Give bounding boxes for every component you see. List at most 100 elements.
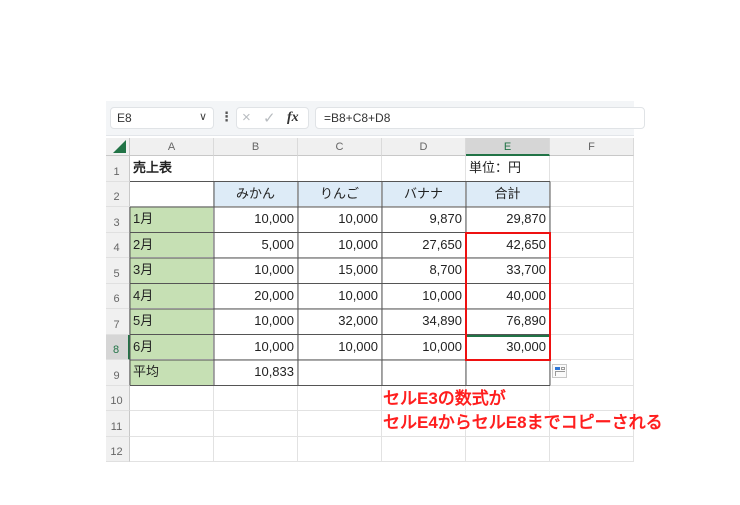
cell[interactable] [550, 156, 634, 182]
cell[interactable] [550, 436, 634, 462]
month-label[interactable]: 6月 [130, 334, 214, 360]
row-header-1[interactable]: 1 [106, 156, 130, 182]
row-number: 3 [113, 216, 120, 229]
cell[interactable] [550, 334, 634, 360]
total-cell[interactable]: 40,000 [466, 283, 550, 309]
month-label[interactable]: 4月 [130, 283, 214, 309]
column-header-e[interactable]: E [466, 138, 550, 156]
month-label[interactable]: 2月 [130, 232, 214, 258]
column-header-c[interactable]: C [298, 138, 382, 156]
value-cell[interactable]: 20,000 [214, 283, 298, 309]
column-header-d[interactable]: D [382, 138, 466, 156]
formula-input[interactable]: =B8+C8+D8 [315, 107, 645, 129]
average-cell[interactable]: 10,833 [214, 360, 298, 386]
row-number: 4 [113, 242, 120, 254]
value-cell[interactable]: 32,000 [298, 309, 382, 335]
unit-label[interactable]: 単位：円 [466, 156, 550, 182]
value-cell[interactable]: 10,000 [382, 283, 466, 309]
row-header-7[interactable]: 7 [106, 309, 130, 335]
annotation-line-2: セルE4からセルE8までコピーされる [383, 413, 663, 432]
column-title[interactable]: 合計 [466, 181, 550, 207]
row-header-8[interactable]: 8 [106, 334, 130, 360]
value-cell[interactable]: 8,700 [382, 258, 466, 284]
value-cell[interactable]: 10,000 [298, 283, 382, 309]
total-cell[interactable]: 42,650 [466, 232, 550, 258]
cell[interactable] [130, 436, 214, 462]
total-cell[interactable]: 76,890 [466, 309, 550, 335]
cell[interactable] [130, 181, 214, 207]
row-header-5[interactable]: 5 [106, 258, 130, 284]
column-header-a[interactable]: A [130, 138, 214, 156]
cell[interactable] [550, 283, 634, 309]
value-cell[interactable]: 10,000 [298, 207, 382, 233]
cell[interactable] [550, 207, 634, 233]
cell[interactable] [550, 232, 634, 258]
vertical-dots-icon[interactable]: ⋮ [220, 109, 233, 125]
chevron-down-icon[interactable]: ∨ [199, 110, 207, 123]
paste-options-icon[interactable] [552, 364, 567, 378]
value-cell[interactable]: 10,000 [214, 207, 298, 233]
cell[interactable] [298, 436, 382, 462]
insert-function-icon[interactable]: fx [287, 110, 299, 126]
annotation-line-1: セルE3の数式が [383, 389, 506, 408]
sheet-title[interactable]: 売上表 [130, 156, 214, 182]
cell[interactable] [298, 156, 382, 182]
value-cell[interactable]: 27,650 [382, 232, 466, 258]
row-header-9[interactable]: 9 [106, 360, 130, 386]
column-title[interactable]: みかん [214, 181, 298, 207]
value-cell[interactable]: 10,000 [298, 232, 382, 258]
select-all-button[interactable] [106, 138, 130, 156]
cell[interactable] [298, 411, 382, 437]
value-cell[interactable]: 9,870 [382, 207, 466, 233]
average-cell[interactable] [466, 360, 550, 386]
row-header-12[interactable]: 12 [106, 436, 130, 462]
row-number: 2 [113, 191, 120, 203]
cell[interactable] [550, 385, 634, 411]
cell[interactable] [130, 411, 214, 437]
value-cell[interactable]: 10,000 [214, 334, 298, 360]
column-title[interactable]: りんご [298, 181, 382, 207]
month-label[interactable]: 1月 [130, 207, 214, 233]
cell[interactable] [214, 411, 298, 437]
cell[interactable] [214, 156, 298, 182]
check-icon[interactable]: ✓ [263, 109, 276, 127]
row-header-4[interactable]: 4 [106, 232, 130, 258]
average-cell[interactable] [298, 360, 382, 386]
cell[interactable] [298, 385, 382, 411]
value-cell[interactable]: 10,000 [382, 334, 466, 360]
cell[interactable] [130, 385, 214, 411]
row-header-10[interactable]: 10 [106, 385, 130, 411]
name-box[interactable]: E8 ∨ [110, 107, 214, 129]
cell[interactable] [214, 385, 298, 411]
cell[interactable] [550, 258, 634, 284]
column-header-f[interactable]: F [550, 138, 634, 156]
cell[interactable] [550, 309, 634, 335]
average-label[interactable]: 平均 [130, 360, 214, 386]
cell[interactable] [550, 181, 634, 207]
value-cell[interactable]: 34,890 [382, 309, 466, 335]
row-header-2[interactable]: 2 [106, 181, 130, 207]
row-header-11[interactable]: 11 [106, 411, 130, 437]
value-cell[interactable]: 15,000 [298, 258, 382, 284]
total-cell[interactable]: 33,700 [466, 258, 550, 284]
value-cell[interactable]: 10,000 [298, 334, 382, 360]
cell[interactable] [466, 436, 550, 462]
month-label[interactable]: 5月 [130, 309, 214, 335]
value-cell[interactable]: 5,000 [214, 232, 298, 258]
value-cell[interactable]: 10,000 [214, 258, 298, 284]
column-title[interactable]: バナナ [382, 181, 466, 207]
paste-options-glyph [555, 367, 560, 370]
cell[interactable] [382, 156, 466, 182]
average-cell[interactable] [382, 360, 466, 386]
value-cell[interactable]: 10,000 [214, 309, 298, 335]
row-header-6[interactable]: 6 [106, 283, 130, 309]
row-number: 11 [110, 420, 123, 433]
cell[interactable] [214, 436, 298, 462]
cancel-icon[interactable]: × [242, 109, 251, 126]
total-cell[interactable]: 29,870 [466, 207, 550, 233]
column-header-b[interactable]: B [214, 138, 298, 156]
row-header-3[interactable]: 3 [106, 207, 130, 233]
month-label[interactable]: 3月 [130, 258, 214, 284]
total-cell[interactable]: 30,000 [466, 334, 550, 360]
cell[interactable] [382, 436, 466, 462]
